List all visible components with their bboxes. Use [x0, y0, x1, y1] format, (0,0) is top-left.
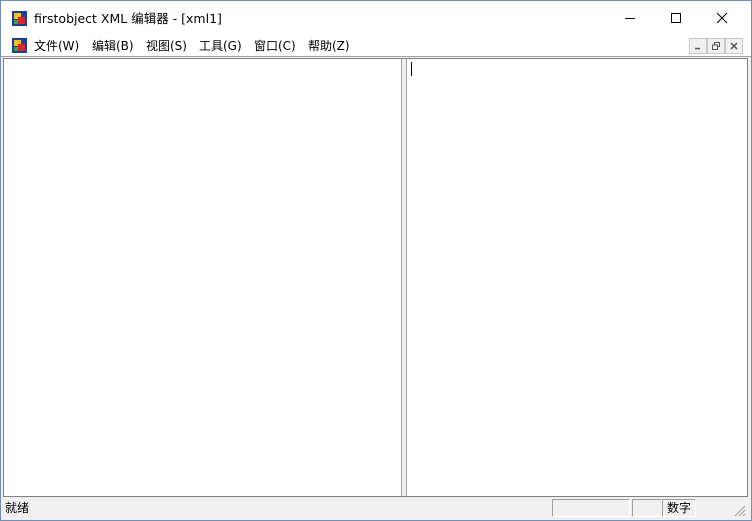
title-bar[interactable]: firstobject XML 编辑器 - [xml1] — [1, 1, 751, 35]
minimize-button[interactable] — [607, 1, 653, 35]
minimize-icon — [625, 18, 635, 19]
status-panel-caps — [632, 499, 662, 517]
close-button[interactable] — [699, 1, 745, 35]
mdi-minimize-icon — [695, 47, 700, 50]
mdi-restore-icon — [712, 42, 720, 50]
menu-bar: 文件(W) 编辑(B) 视图(S) 工具(G) 窗口(C) 帮助(Z) — [1, 35, 751, 57]
mdi-restore-button[interactable] — [707, 38, 725, 54]
document-logo-icon[interactable] — [12, 38, 27, 53]
menu-file[interactable]: 文件(W) — [34, 38, 79, 54]
window-title: firstobject XML 编辑器 - [xml1] — [34, 11, 222, 26]
text-editor-pane[interactable] — [407, 59, 747, 496]
status-message: 就绪 — [5, 501, 30, 515]
resize-grip-icon[interactable] — [732, 503, 746, 517]
menu-edit[interactable]: 编辑(B) — [92, 38, 134, 54]
mdi-close-icon — [730, 42, 738, 50]
menu-tools[interactable]: 工具(G) — [199, 38, 242, 54]
status-panel-position — [552, 499, 630, 517]
app-logo-icon — [12, 11, 27, 26]
menu-window[interactable]: 窗口(C) — [254, 38, 296, 54]
mdi-close-button[interactable] — [725, 38, 743, 54]
app-window: firstobject XML 编辑器 - [xml1] 文件(W) 编辑(B)… — [0, 0, 752, 521]
maximize-button[interactable] — [653, 1, 699, 35]
mdi-minimize-button[interactable] — [689, 38, 707, 54]
tree-pane[interactable] — [4, 59, 401, 496]
maximize-icon — [671, 13, 681, 23]
menu-help[interactable]: 帮助(Z) — [308, 38, 350, 54]
text-caret — [411, 62, 412, 76]
status-bar: 就绪 数字 — [1, 497, 751, 519]
close-icon — [716, 12, 728, 24]
status-panel-numlock: 数字 — [662, 499, 696, 517]
document-area — [3, 58, 748, 497]
menu-view[interactable]: 视图(S) — [146, 38, 187, 54]
